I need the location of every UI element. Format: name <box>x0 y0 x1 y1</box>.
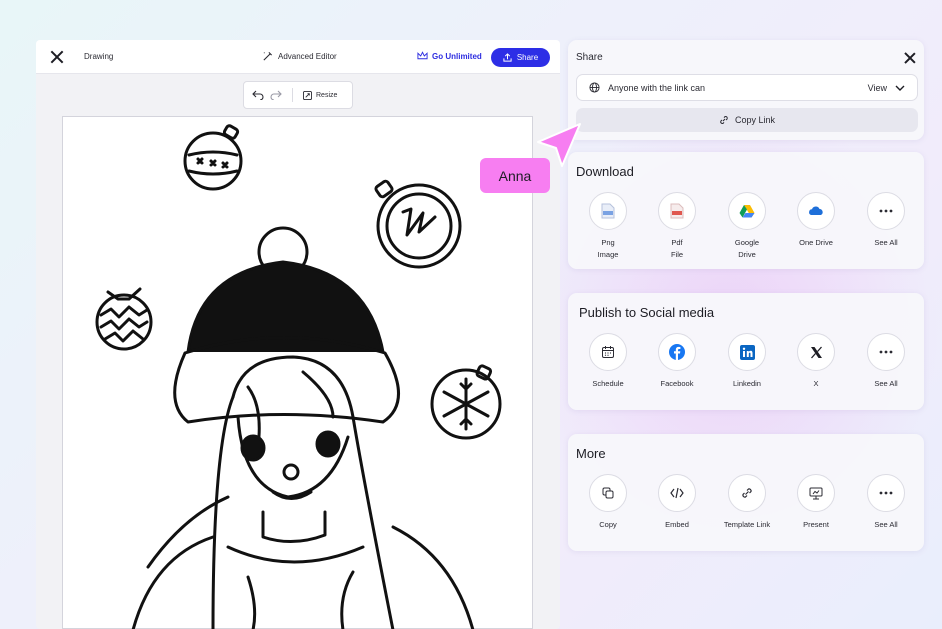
download-item-label: Pdf File <box>670 238 684 259</box>
resize-label: Resize <box>316 91 338 99</box>
more-item-label: Template Link <box>723 520 771 529</box>
social-item-label: Schedule <box>592 379 624 388</box>
onedrive-icon <box>797 192 835 230</box>
more-item-label: Embed <box>665 520 689 529</box>
canvas-toolbar: Resize <box>243 81 353 109</box>
social-media-panel: Publish to Social media Schedule Faceboo… <box>568 293 924 410</box>
advanced-editor-label: Advanced Editor <box>278 52 337 61</box>
go-unlimited-button[interactable]: Go Unlimited <box>417 51 482 61</box>
drawing-editor: Drawing Advanced Editor Go Unlimited Sha… <box>36 40 560 629</box>
share-panel: Share Anyone with the link can View Copy… <box>568 40 924 140</box>
close-share-panel-icon[interactable] <box>904 52 916 64</box>
link-icon <box>728 474 766 512</box>
pdf-file-icon <box>658 192 696 230</box>
share-button[interactable]: Share <box>491 48 550 67</box>
permission-value: View <box>867 82 887 93</box>
social-item-label: See All <box>874 379 898 388</box>
download-see-all-option[interactable]: See All <box>856 192 916 249</box>
chevron-down-icon <box>895 85 905 91</box>
social-item-label: X <box>813 379 819 388</box>
schedule-option[interactable]: Schedule <box>578 333 638 390</box>
close-editor-icon[interactable] <box>50 50 64 64</box>
more-item-label: Copy <box>599 520 617 529</box>
advanced-editor-button[interactable]: Advanced Editor <box>262 51 337 62</box>
x-option[interactable]: X <box>786 333 846 390</box>
download-item-label: Google Drive <box>734 238 760 259</box>
share-button-label: Share <box>516 53 539 62</box>
document-title: Drawing <box>84 52 114 61</box>
png-file-icon <box>589 192 627 230</box>
download-item-label: Png Image <box>597 238 619 259</box>
embed-option[interactable]: Embed <box>647 474 707 531</box>
more-item-label: See All <box>874 520 898 529</box>
link-icon <box>720 116 728 124</box>
facebook-option[interactable]: Facebook <box>647 333 707 390</box>
more-title: More <box>576 446 606 461</box>
permission-select[interactable]: View <box>868 83 905 93</box>
download-item-label: See All <box>874 238 898 247</box>
code-icon <box>658 474 696 512</box>
resize-icon <box>303 90 312 100</box>
copy-option[interactable]: Copy <box>578 474 638 531</box>
copy-link-label: Copy Link <box>734 115 776 125</box>
social-item-label: Linkedin <box>733 379 761 388</box>
more-item-label: Present <box>803 520 829 529</box>
crown-icon <box>417 51 428 60</box>
download-png-option[interactable]: Png Image <box>578 192 638 261</box>
more-dots-icon <box>867 333 905 371</box>
facebook-icon <box>658 333 696 371</box>
copy-icon <box>589 474 627 512</box>
social-media-title: Publish to Social media <box>579 305 715 320</box>
more-dots-icon <box>867 192 905 230</box>
presentation-icon <box>797 474 835 512</box>
social-item-label: Facebook <box>660 379 694 388</box>
x-logo-icon <box>797 333 835 371</box>
link-access-dropdown[interactable]: Anyone with the link can View <box>576 74 918 101</box>
undo-icon[interactable] <box>252 90 264 100</box>
download-onedrive-option[interactable]: One Drive <box>786 192 846 249</box>
more-see-all-option[interactable]: See All <box>856 474 916 531</box>
collaborator-name-tag: Anna <box>480 158 550 193</box>
toolbar-divider <box>292 88 293 102</box>
copy-link-button[interactable]: Copy Link <box>576 108 918 132</box>
more-panel: More Copy Embed Template Link Present Se… <box>568 434 924 551</box>
linkedin-option[interactable]: Linkedin <box>717 333 777 390</box>
upload-icon <box>503 53 512 62</box>
linkedin-icon <box>728 333 766 371</box>
resize-button[interactable]: Resize <box>303 90 338 100</box>
calendar-icon <box>589 333 627 371</box>
link-access-text: Anyone with the link can <box>608 82 706 93</box>
download-google-drive-option[interactable]: Google Drive <box>717 192 777 261</box>
social-see-all-option[interactable]: See All <box>856 333 916 390</box>
google-drive-icon <box>728 192 766 230</box>
present-option[interactable]: Present <box>786 474 846 531</box>
more-dots-icon <box>867 474 905 512</box>
download-pdf-option[interactable]: Pdf File <box>647 192 707 261</box>
download-title: Download <box>576 164 634 179</box>
redo-icon[interactable] <box>270 90 282 100</box>
magic-wand-icon <box>263 51 273 61</box>
share-panel-title: Share <box>576 52 603 63</box>
template-link-option[interactable]: Template Link <box>717 474 777 531</box>
girl-with-ornaments-drawing <box>95 124 502 629</box>
go-unlimited-label: Go Unlimited <box>432 51 482 61</box>
editor-topbar: Drawing Advanced Editor Go Unlimited Sha… <box>36 40 560 74</box>
download-item-label: One Drive <box>799 238 833 247</box>
globe-icon <box>589 82 600 93</box>
download-panel: Download Png Image Pdf File Google Drive… <box>568 152 924 269</box>
drawing-canvas[interactable] <box>62 116 533 629</box>
